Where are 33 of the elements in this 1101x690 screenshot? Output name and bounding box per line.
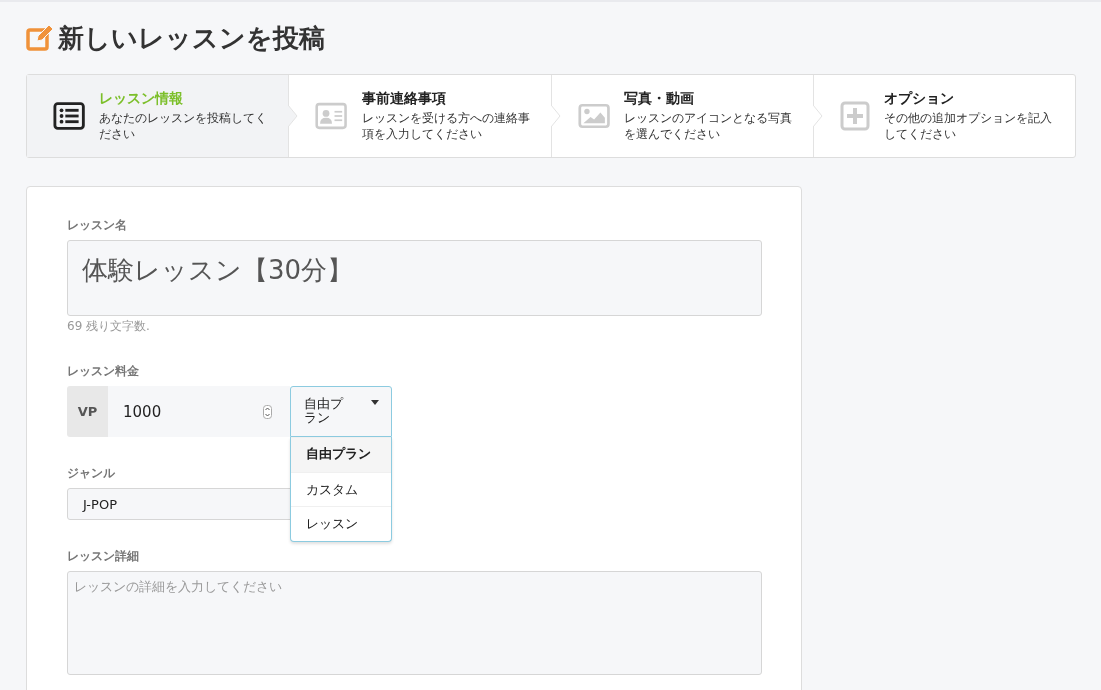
caret-icon bbox=[371, 400, 379, 406]
field-label: レッスン名 bbox=[67, 217, 127, 234]
page-title: 新しいレッスンを投稿 bbox=[58, 21, 325, 55]
remaining-characters-hint: 69 残り文字数. bbox=[67, 318, 150, 336]
edit-icon bbox=[26, 24, 54, 52]
step-description: レッスンのアイコンとなる写真を選んでください bbox=[623, 109, 793, 143]
step-title: レッスン情報 bbox=[99, 89, 185, 108]
dropdown-option[interactable]: 自由プラン bbox=[291, 437, 391, 472]
step-tab[interactable]: レッスン情報 あなたのレッスンを投稿してください bbox=[27, 75, 289, 157]
price-field[interactable]: 1000 bbox=[108, 386, 290, 438]
details-field[interactable]: レッスンの詳細を入力してください bbox=[67, 570, 762, 675]
plan-select[interactable]: 自由プラン bbox=[290, 386, 392, 438]
plus-icon bbox=[839, 101, 870, 131]
step-tab[interactable]: 写真・動画 レッスンのアイコンとなる写真を選んでください bbox=[551, 75, 813, 157]
step-tab[interactable]: オプション その他の追加オプションを記入してください bbox=[813, 75, 1075, 157]
step-description: あなたのレッスンを投稿してください bbox=[99, 109, 269, 143]
lesson-name-field[interactable]: 体験レッスン【30分】 bbox=[67, 240, 762, 317]
step-title: オプション bbox=[883, 89, 955, 108]
dropdown-option[interactable]: レッスン bbox=[291, 506, 391, 542]
step-title: 写真・動画 bbox=[623, 89, 695, 108]
dropdown-option[interactable]: カスタム bbox=[291, 471, 391, 507]
step-description: その他の追加オプションを記入してください bbox=[883, 109, 1053, 143]
field-label: レッスン詳細 bbox=[67, 547, 139, 565]
list-icon bbox=[53, 101, 86, 131]
step-description: レッスンを受ける方への連絡事項を入力してください bbox=[361, 109, 531, 143]
id-card-icon bbox=[315, 100, 348, 132]
step-title: 事前連絡事項 bbox=[361, 89, 447, 108]
field-label: レッスン料金 bbox=[67, 363, 139, 381]
currency-prefix: VP bbox=[67, 386, 108, 438]
spinner-icon[interactable] bbox=[263, 405, 272, 420]
field-label: ジャンル bbox=[67, 465, 115, 483]
step-tab[interactable]: 事前連絡事項 レッスンを受ける方への連絡事項を入力してください bbox=[289, 75, 551, 157]
image-icon bbox=[577, 102, 610, 130]
